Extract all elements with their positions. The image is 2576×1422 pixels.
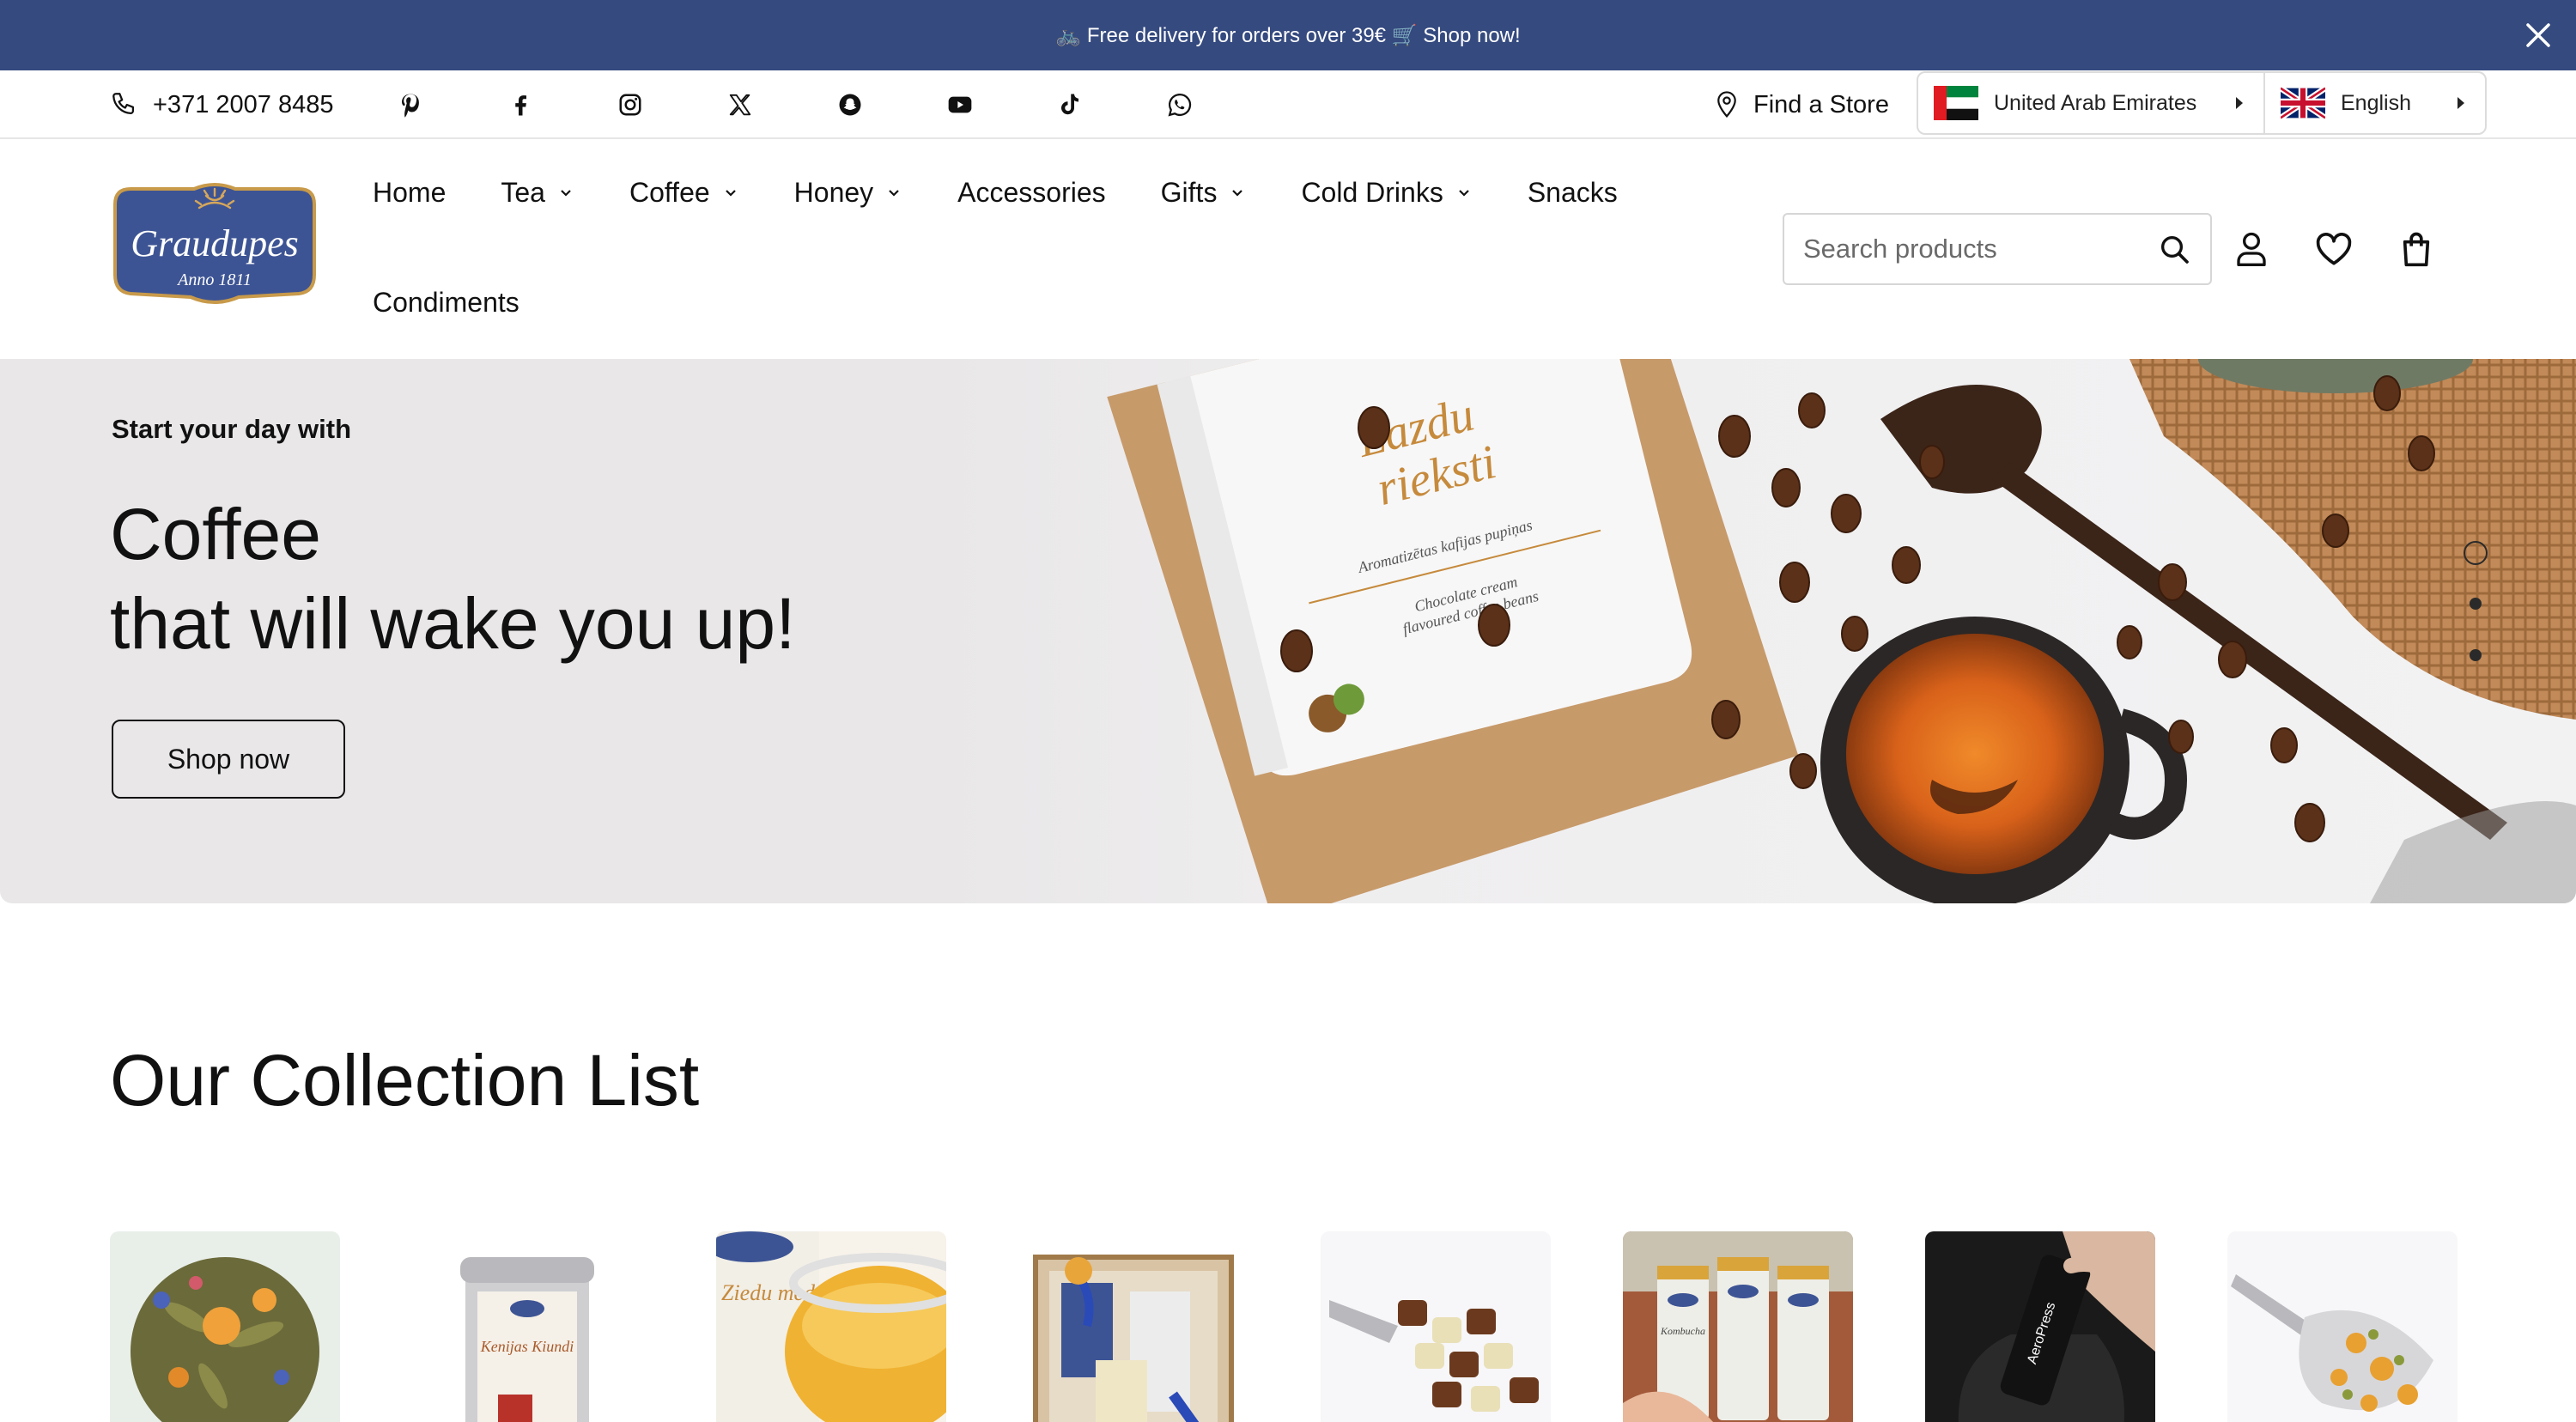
carousel-dots [2463,541,2488,701]
kombucha-image: Kombucha [1623,1231,1853,1422]
nav-label: Home [373,176,447,208]
hero-banner: Lazdu rieksti Aromatizētas kafijas pupiņ… [0,359,2576,903]
hero-headline-line2: that will wake you up! [110,583,796,664]
honey-jar-image: Ziedu medus [716,1231,946,1422]
find-store-link[interactable]: Find a Store [1714,88,1889,122]
nav-label: Coffee [629,176,710,208]
country-label: United Arab Emirates [1994,90,2197,115]
tea-blend-image [110,1231,340,1422]
collection-card-tea[interactable] [110,1231,340,1422]
graudupes-logo[interactable]: Graudupes Anno 1811 [110,179,319,307]
tea-tin-image: Kenijas Kiundi [412,1231,642,1422]
announcement-bar: 🚲 Free delivery for orders over 39€ 🛒 Sh… [0,0,2576,70]
collection-card-condiments[interactable] [2227,1231,2458,1422]
uae-flag-icon [1934,86,1978,120]
country-selector[interactable]: United Arab Emirates [1918,73,2265,133]
nav-item-condiments[interactable]: Condiments [373,287,519,319]
collection-card-gifts[interactable] [1018,1231,1249,1422]
phone-number: +371 2007 8485 [153,90,334,118]
snapchat-icon[interactable] [833,88,867,122]
location-pin-icon [1717,91,1736,118]
nav-item-cold-drinks[interactable]: Cold Drinks [1301,177,1472,209]
cart-icon[interactable] [2397,228,2435,270]
carousel-dot-3[interactable] [2470,649,2482,661]
instagram-icon[interactable] [613,88,647,122]
language-selector[interactable]: English [2265,73,2485,133]
wishlist-icon[interactable] [2315,228,2353,270]
candies-image [1321,1231,1551,1422]
social-links [393,88,1273,122]
nav-item-accessories[interactable]: Accessories [957,177,1106,209]
nav-item-snacks[interactable]: Snacks [1528,177,1618,209]
collection-card-honey[interactable]: Ziedu medus [716,1231,946,1422]
phone-icon [112,93,135,115]
nav-label: Condiments [373,286,519,318]
header-actions [2233,228,2435,270]
x-icon[interactable] [723,88,757,122]
shop-now-button[interactable]: Shop now [112,720,345,799]
collection-card-tin[interactable]: Kenijas Kiundi [412,1231,642,1422]
nav-label: Snacks [1527,176,1618,208]
coffee-hero-image: Lazdu rieksti Aromatizētas kafijas pupiņ… [945,359,2576,903]
tiktok-icon[interactable] [1053,88,1087,122]
youtube-icon[interactable] [943,88,977,122]
hero-eyebrow: Start your day with [112,414,352,444]
language-label: English [2341,90,2411,115]
nav-row: Home Tea Coffee Honey Accessories Gifts … [373,165,1643,220]
collection-title: Our Collection List [110,1040,700,1121]
chevron-down-icon [1232,190,1243,197]
site-header: Graudupes Anno 1811 Home Tea Coffee Hone… [0,139,2576,359]
chevron-down-icon [725,190,736,197]
nav-label: Accessories [957,176,1106,208]
close-icon[interactable] [2523,20,2554,51]
hero-headline: Coffee that will wake you up! [110,489,795,668]
chevron-down-icon [889,190,899,197]
uk-flag-icon [2281,86,2325,120]
find-store-label: Find a Store [1753,90,1889,118]
carousel-dot-1[interactable] [2464,541,2488,565]
nav-item-home[interactable]: Home [373,177,446,209]
account-icon[interactable] [2233,228,2270,270]
chevron-down-icon [561,190,571,197]
svg-text:Anno 1811: Anno 1811 [176,270,252,289]
facebook-icon[interactable] [503,88,538,122]
utility-bar: +371 2007 8485 Find a Store United Arab … [0,70,2576,139]
nav-label: Tea [501,176,545,208]
search-box [1783,213,2212,285]
nav-label: Gifts [1160,176,1218,208]
pinterest-icon[interactable] [393,88,428,122]
nav-item-tea[interactable]: Tea [501,177,574,209]
nav-item-coffee[interactable]: Coffee [629,177,739,209]
locale-selectors: United Arab Emirates English [1917,71,2487,135]
collection-card-accessories[interactable]: AeroPress [1925,1231,2155,1422]
chevron-down-icon [1459,190,1469,197]
svg-text:Kenijas Kiundi: Kenijas Kiundi [480,1338,574,1355]
nav-row: Condiments [373,275,1643,330]
aeropress-image: AeroPress [1925,1231,2155,1422]
herbal-scoop-image [2227,1231,2458,1422]
caret-right-icon [2236,97,2243,109]
hero-headline-line1: Coffee [110,494,321,574]
caret-right-icon [2458,97,2464,109]
nav-label: Cold Drinks [1301,176,1443,208]
collection-card-snacks[interactable] [1321,1231,1551,1422]
nav-item-honey[interactable]: Honey [794,177,903,209]
gift-box-image [1018,1231,1249,1422]
carousel-dot-2[interactable] [2470,598,2482,610]
svg-text:Kombucha: Kombucha [1660,1325,1705,1337]
search-icon[interactable] [2157,232,2191,266]
main-nav: Home Tea Coffee Honey Accessories Gifts … [373,165,1643,330]
svg-text:Graudupes: Graudupes [131,222,299,264]
whatsapp-icon[interactable] [1163,88,1197,122]
nav-item-gifts[interactable]: Gifts [1161,177,1247,209]
collection-card-cold-drinks[interactable]: Kombucha [1623,1231,1853,1422]
search-input[interactable] [1803,234,2157,264]
nav-label: Honey [793,176,874,208]
announcement-text[interactable]: 🚲 Free delivery for orders over 39€ 🛒 Sh… [1055,23,1520,48]
phone-link[interactable]: +371 2007 8485 [110,88,333,122]
